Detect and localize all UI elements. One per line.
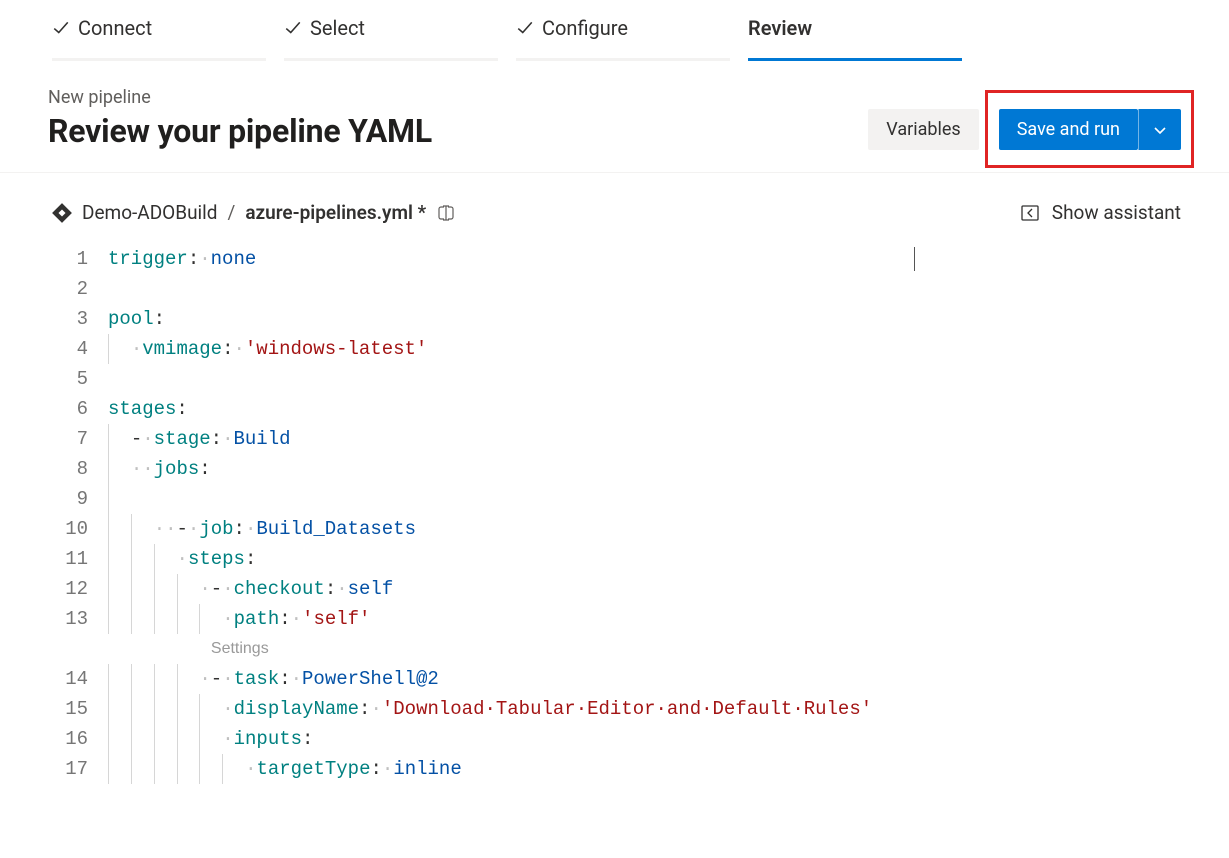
breadcrumb: Demo-ADOBuild / azure-pipelines.yml *: [52, 201, 456, 224]
code-line[interactable]: 3pool:: [52, 304, 1199, 334]
text-cursor: [914, 247, 915, 271]
page-header: New pipeline Review your pipeline YAML V…: [0, 61, 1229, 173]
breadcrumb-file[interactable]: azure-pipelines.yml *: [245, 201, 426, 224]
repo-icon: [52, 203, 72, 223]
line-number: 14: [52, 664, 108, 694]
task-settings-hint[interactable]: Settings: [52, 634, 1199, 664]
code-content[interactable]: ·steps:: [108, 544, 256, 574]
check-icon: [516, 19, 534, 37]
line-number: 9: [52, 484, 108, 514]
line-number: 10: [52, 514, 108, 544]
wizard-step-label: Configure: [542, 16, 628, 40]
code-content[interactable]: ·path:·'self': [108, 604, 370, 634]
code-line[interactable]: 16·inputs:: [52, 724, 1199, 754]
wizard-indicator: [748, 58, 962, 61]
code-content[interactable]: ·vmimage:·'windows-latest': [108, 334, 427, 364]
line-number: 8: [52, 454, 108, 484]
save-and-run-split-button: Save and run: [999, 109, 1181, 150]
code-content[interactable]: ·-·checkout:·self: [108, 574, 393, 604]
wizard-indicator: [284, 58, 498, 61]
code-line[interactable]: 12·-·checkout:·self: [52, 574, 1199, 604]
wizard-step-configure[interactable]: Configure: [516, 16, 730, 61]
show-assistant-button[interactable]: Show assistant: [1020, 201, 1181, 224]
wizard-step-select[interactable]: Select: [284, 16, 498, 61]
code-line[interactable]: 1trigger:·none: [52, 244, 1199, 274]
code-line[interactable]: 5: [52, 364, 1199, 394]
line-number: 16: [52, 724, 108, 754]
breadcrumb-separator: /: [228, 201, 236, 224]
wizard-indicator: [516, 58, 730, 61]
chevron-down-icon: [1152, 122, 1168, 138]
line-number: 2: [52, 274, 108, 304]
line-number: 13: [52, 604, 108, 634]
check-icon: [284, 19, 302, 37]
wizard-indicator: [52, 58, 266, 61]
code-line[interactable]: 7-·stage:·Build: [52, 424, 1199, 454]
code-line[interactable]: 15·displayName:·'Download·Tabular·Editor…: [52, 694, 1199, 724]
code-content[interactable]: ·-·task:·PowerShell@2: [108, 664, 439, 694]
code-line[interactable]: 13·path:·'self': [52, 604, 1199, 634]
wizard-step-label: Select: [310, 16, 365, 40]
code-line[interactable]: 10··-·job:·Build_Datasets: [52, 514, 1199, 544]
wizard-step-connect[interactable]: Connect: [52, 16, 266, 61]
code-line[interactable]: 9: [52, 484, 1199, 514]
code-line[interactable]: 2: [52, 274, 1199, 304]
save-and-run-button[interactable]: Save and run: [999, 109, 1138, 150]
code-content[interactable]: -·stage:·Build: [108, 424, 291, 454]
wizard-steps: Connect Select Configure Review: [0, 0, 1229, 61]
code-line[interactable]: 17·targetType:·inline: [52, 754, 1199, 784]
code-content[interactable]: ··jobs:: [108, 454, 211, 484]
code-line[interactable]: 14·-·task:·PowerShell@2: [52, 664, 1199, 694]
yaml-editor[interactable]: 1trigger:·none23pool:4·vmimage:·'windows…: [0, 244, 1229, 784]
line-number: 6: [52, 394, 108, 424]
wizard-step-review[interactable]: Review: [748, 16, 962, 61]
show-assistant-label: Show assistant: [1052, 201, 1181, 224]
code-content[interactable]: [108, 484, 131, 514]
code-content[interactable]: stages:: [108, 394, 188, 424]
line-number: 11: [52, 544, 108, 574]
code-line[interactable]: 4·vmimage:·'windows-latest': [52, 334, 1199, 364]
code-content[interactable]: trigger:·none: [108, 244, 256, 274]
panel-collapse-icon: [1020, 203, 1040, 223]
breadcrumb-row: Demo-ADOBuild / azure-pipelines.yml * Sh…: [0, 173, 1229, 244]
rename-icon[interactable]: [436, 203, 456, 223]
code-content[interactable]: ·inputs:: [108, 724, 313, 754]
variables-button[interactable]: Variables: [868, 109, 978, 150]
save-and-run-dropdown-button[interactable]: [1138, 109, 1181, 150]
line-number: 7: [52, 424, 108, 454]
page-subtitle: New pipeline: [48, 87, 848, 108]
line-number: 5: [52, 364, 108, 394]
code-content[interactable]: pool:: [108, 304, 165, 334]
line-number: 12: [52, 574, 108, 604]
wizard-step-label: Connect: [78, 16, 152, 40]
page-title: Review your pipeline YAML: [48, 112, 848, 150]
line-number: 15: [52, 694, 108, 724]
code-content[interactable]: ·targetType:·inline: [108, 754, 462, 784]
code-content[interactable]: ··-·job:·Build_Datasets: [108, 514, 416, 544]
breadcrumb-repo[interactable]: Demo-ADOBuild: [82, 201, 218, 224]
line-number: 1: [52, 244, 108, 274]
wizard-step-label: Review: [748, 16, 812, 40]
code-line[interactable]: 6stages:: [52, 394, 1199, 424]
code-line[interactable]: 8··jobs:: [52, 454, 1199, 484]
line-number: 3: [52, 304, 108, 334]
check-icon: [52, 19, 70, 37]
line-number: 17: [52, 754, 108, 784]
line-number: 4: [52, 334, 108, 364]
code-content[interactable]: ·displayName:·'Download·Tabular·Editor·a…: [108, 694, 872, 724]
code-line[interactable]: 11·steps:: [52, 544, 1199, 574]
